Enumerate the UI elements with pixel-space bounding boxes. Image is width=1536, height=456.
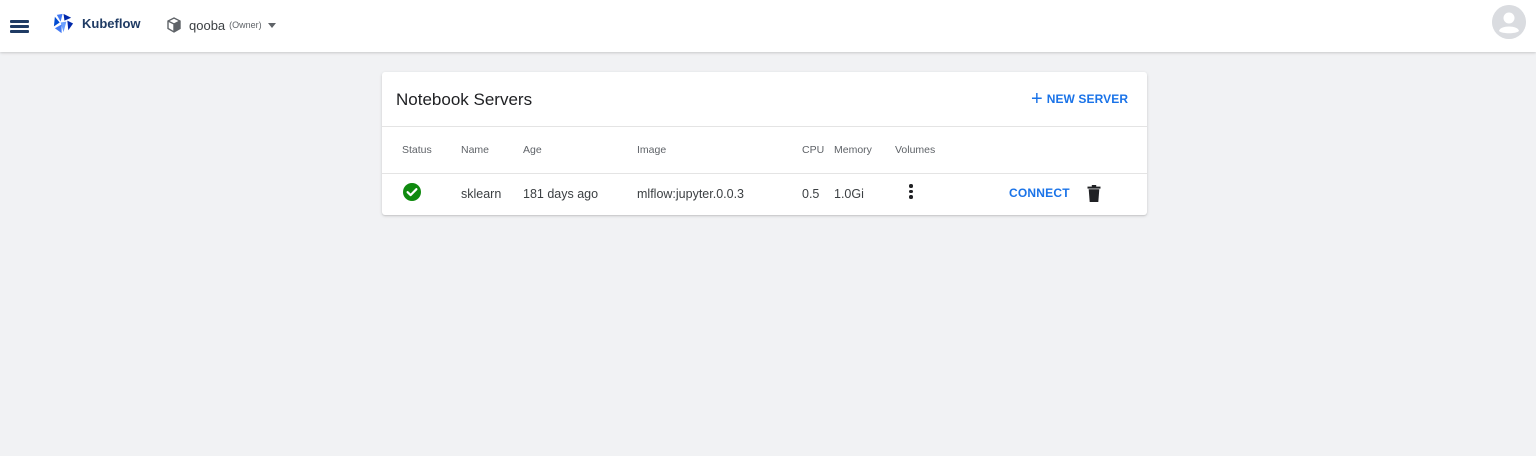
notebook-memory: 1.0Gi: [834, 187, 864, 201]
column-header-age[interactable]: Age: [523, 144, 542, 156]
check-circle-icon: [403, 183, 421, 201]
new-server-button[interactable]: + NEW SERVER: [1031, 89, 1128, 109]
column-header-image[interactable]: Image: [637, 144, 666, 156]
column-header-status[interactable]: Status: [402, 144, 432, 156]
header-divider: [382, 173, 1147, 174]
top-app-bar: Kubeflow qooba (Owner): [0, 0, 1536, 52]
column-header-cpu[interactable]: CPU: [802, 144, 824, 156]
chevron-down-icon: [267, 22, 276, 28]
notebook-servers-card: Notebook Servers + NEW SERVER Status Nam…: [382, 72, 1147, 215]
brand-name[interactable]: Kubeflow: [82, 16, 141, 31]
column-header-name[interactable]: Name: [461, 144, 489, 156]
kubeflow-logo-icon[interactable]: [52, 12, 75, 35]
namespace-selector[interactable]: qooba (Owner): [166, 13, 276, 37]
notebook-image: mlflow:jupyter.0.0.3: [637, 187, 744, 201]
namespace-name: qooba: [189, 17, 226, 33]
delete-icon[interactable]: [1087, 185, 1101, 202]
plus-icon: +: [1031, 88, 1043, 110]
column-header-memory[interactable]: Memory: [834, 144, 872, 156]
notebook-age: 181 days ago: [523, 187, 599, 201]
account-circle-icon[interactable]: [1492, 5, 1526, 39]
new-server-label: NEW SERVER: [1046, 92, 1129, 106]
more-vert-icon[interactable]: [906, 184, 916, 202]
page-title: Notebook Servers: [396, 90, 533, 109]
namespace-role: (Owner): [229, 20, 262, 30]
menu-icon[interactable]: [9, 14, 31, 38]
notebook-name: sklearn: [461, 187, 502, 201]
connect-button[interactable]: CONNECT: [1009, 186, 1070, 200]
notebook-cpu: 0.5: [802, 187, 820, 201]
column-header-volumes[interactable]: Volumes: [895, 144, 935, 156]
card-header: Notebook Servers + NEW SERVER: [382, 72, 1147, 127]
cube-icon: [167, 17, 181, 33]
